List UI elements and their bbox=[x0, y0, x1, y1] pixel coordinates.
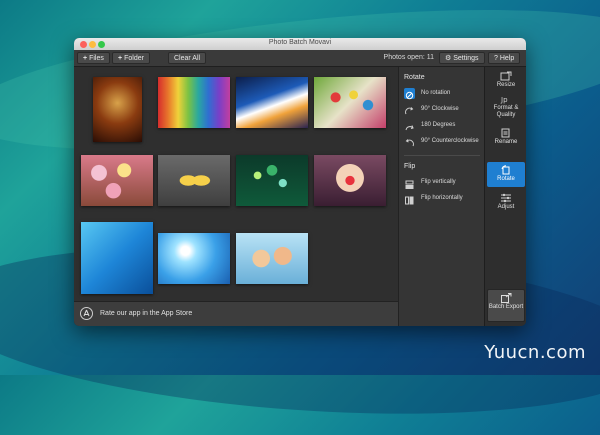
title-bar[interactable]: Photo Batch Movavi bbox=[74, 38, 526, 50]
sidebar-label-rename: Rename bbox=[494, 139, 518, 145]
flip-horizontally-option[interactable]: Flip horizontally bbox=[404, 193, 482, 205]
resize-icon bbox=[500, 71, 512, 81]
photo-rainbow-wood[interactable] bbox=[158, 77, 230, 128]
app-store-icon[interactable] bbox=[80, 307, 93, 320]
no-rotation-icon bbox=[404, 88, 415, 100]
photo-paint-palette[interactable] bbox=[314, 77, 386, 128]
flip-horizontal-icon bbox=[404, 193, 415, 205]
rotate-90-cw-option[interactable]: 90° Clockwise bbox=[404, 104, 482, 116]
sidebar-label-format-quality: Format & Quality bbox=[493, 105, 519, 118]
sidebar-item-resize[interactable]: Resize bbox=[487, 71, 525, 89]
app-window: Photo Batch Movavi + Files + Folder Clear … bbox=[74, 38, 526, 326]
add-files-button[interactable]: + Files bbox=[77, 52, 110, 64]
batch-export-button[interactable]: Batch Export bbox=[487, 289, 525, 322]
clear-all-button[interactable]: Clear All bbox=[168, 52, 207, 64]
sliders-icon bbox=[501, 193, 511, 203]
svg-text:Jp: Jp bbox=[500, 96, 508, 104]
photo-sunburst[interactable] bbox=[158, 233, 230, 284]
sidebar-label-adjust: Adjust bbox=[497, 204, 515, 210]
rotate-ccw-icon bbox=[404, 136, 415, 147]
rotate-90-ccw-label: 90° Counterclockwise bbox=[421, 138, 479, 144]
photo-heart-hands[interactable] bbox=[314, 155, 386, 206]
watermark-text: Yuucn.com bbox=[484, 342, 586, 363]
toolbar: + Files + Folder Clear All Photos open: 11… bbox=[74, 50, 526, 67]
settings-button[interactable]: ⚙ Settings bbox=[439, 52, 485, 64]
plus-icon: + bbox=[118, 55, 123, 62]
add-folder-button[interactable]: + Folder bbox=[112, 52, 150, 64]
rotate-90-cw-label: 90° Clockwise bbox=[421, 106, 459, 112]
photo-cupcakes[interactable] bbox=[81, 155, 153, 206]
photo-grid bbox=[74, 67, 398, 301]
flip-vertical-icon bbox=[404, 177, 415, 189]
rate-app-link[interactable]: Rate our app in the App Store bbox=[100, 310, 192, 317]
help-button[interactable]: ? Help bbox=[488, 52, 521, 64]
rotate-panel: Rotate No rotation 90° Clockwise 180 Deg… bbox=[398, 67, 485, 326]
batch-export-label: Batch Export bbox=[488, 304, 524, 310]
export-icon bbox=[501, 293, 512, 303]
photo-couple[interactable] bbox=[236, 233, 308, 284]
rotate-section-title: Rotate bbox=[404, 74, 425, 81]
flip-horizontally-label: Flip horizontally bbox=[421, 195, 463, 201]
add-files-label: Files bbox=[89, 55, 104, 62]
sidebar-item-format-quality[interactable]: Jp Format & Quality bbox=[487, 94, 525, 119]
photos-open-count: Photos open: 11 bbox=[383, 54, 434, 61]
flip-section-title: Flip bbox=[404, 163, 416, 170]
rotate-90-ccw-option[interactable]: 90° Counterclockwise bbox=[404, 136, 482, 148]
gear-icon: ⚙ bbox=[445, 55, 452, 62]
format-icon: Jp bbox=[500, 96, 508, 104]
photo-dancer[interactable] bbox=[93, 77, 142, 142]
photo-green-bokeh[interactable] bbox=[236, 155, 308, 206]
question-icon: ? bbox=[494, 55, 498, 62]
footer-bar: Rate our app in the App Store bbox=[74, 301, 398, 326]
photo-water[interactable] bbox=[81, 222, 153, 294]
rename-icon bbox=[501, 128, 510, 138]
sidebar-item-rotate[interactable]: Rotate bbox=[487, 162, 525, 187]
tools-sidebar: Resize Jp Format & Quality Rename Rotate… bbox=[484, 67, 526, 326]
flip-vertically-option[interactable]: Flip vertically bbox=[404, 177, 482, 189]
rotate-icon bbox=[501, 165, 510, 175]
no-rotation-option[interactable]: No rotation bbox=[404, 88, 482, 100]
sidebar-item-adjust[interactable]: Adjust bbox=[487, 193, 525, 211]
sidebar-label-rotate: Rotate bbox=[497, 176, 515, 182]
rotate-cw-icon bbox=[404, 104, 415, 115]
rotate-180-label: 180 Degrees bbox=[421, 122, 456, 128]
add-folder-label: Folder bbox=[124, 55, 144, 62]
photo-flip-flops[interactable] bbox=[158, 155, 230, 206]
rotate-180-icon bbox=[404, 120, 415, 131]
settings-label: Settings bbox=[453, 55, 479, 62]
no-rotation-label: No rotation bbox=[421, 90, 451, 96]
flip-vertically-label: Flip vertically bbox=[421, 179, 456, 185]
photo-light-trails[interactable] bbox=[236, 77, 308, 128]
panel-divider bbox=[404, 155, 480, 156]
rotate-180-option[interactable]: 180 Degrees bbox=[404, 120, 482, 132]
sidebar-item-rename[interactable]: Rename bbox=[487, 128, 525, 146]
window-title: Photo Batch Movavi bbox=[268, 39, 332, 46]
sidebar-label-resize: Resize bbox=[496, 82, 516, 88]
help-label: Help bbox=[499, 55, 515, 62]
plus-icon: + bbox=[83, 55, 88, 62]
